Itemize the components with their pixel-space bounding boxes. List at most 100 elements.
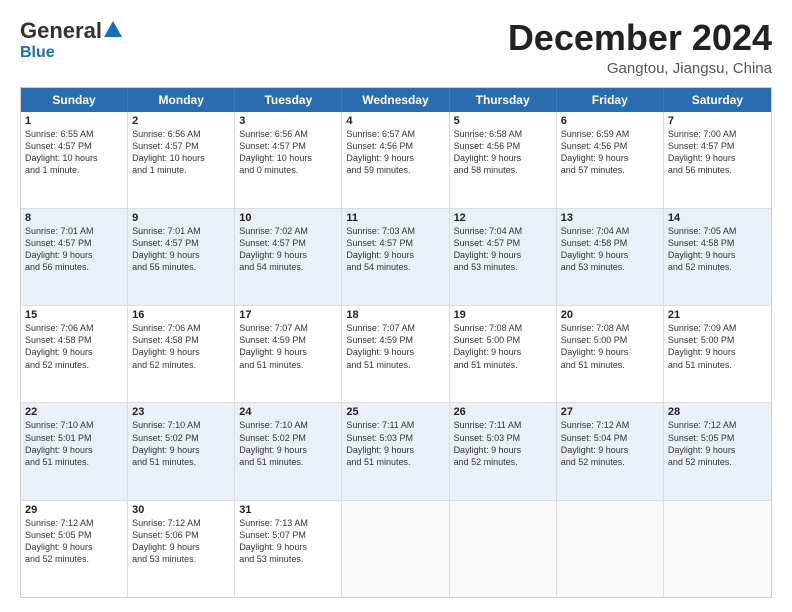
cell-info: Sunrise: 7:07 AMSunset: 4:59 PMDaylight:… xyxy=(239,322,337,371)
calendar-row-3: 15Sunrise: 7:06 AMSunset: 4:58 PMDayligh… xyxy=(21,306,771,403)
cell-info: Sunrise: 7:08 AMSunset: 5:00 PMDaylight:… xyxy=(561,322,659,371)
day-number: 6 xyxy=(561,115,659,127)
day-number: 30 xyxy=(132,504,230,516)
header-cell-wednesday: Wednesday xyxy=(342,88,449,112)
day-cell-8: 8Sunrise: 7:01 AMSunset: 4:57 PMDaylight… xyxy=(21,209,128,305)
calendar-header: SundayMondayTuesdayWednesdayThursdayFrid… xyxy=(21,88,771,112)
day-cell-29: 29Sunrise: 7:12 AMSunset: 5:05 PMDayligh… xyxy=(21,501,128,597)
day-number: 23 xyxy=(132,406,230,418)
day-cell-3: 3Sunrise: 6:56 AMSunset: 4:57 PMDaylight… xyxy=(235,112,342,208)
day-number: 1 xyxy=(25,115,123,127)
cell-info: Sunrise: 7:04 AMSunset: 4:58 PMDaylight:… xyxy=(561,225,659,274)
cell-info: Sunrise: 7:04 AMSunset: 4:57 PMDaylight:… xyxy=(454,225,552,274)
cell-info: Sunrise: 7:13 AMSunset: 5:07 PMDaylight:… xyxy=(239,517,337,566)
calendar-row-2: 8Sunrise: 7:01 AMSunset: 4:57 PMDaylight… xyxy=(21,209,771,306)
day-cell-1: 1Sunrise: 6:55 AMSunset: 4:57 PMDaylight… xyxy=(21,112,128,208)
location: Gangtou, Jiangsu, China xyxy=(508,60,772,77)
day-number: 17 xyxy=(239,309,337,321)
cell-info: Sunrise: 7:12 AMSunset: 5:05 PMDaylight:… xyxy=(668,419,767,468)
cell-info: Sunrise: 6:56 AMSunset: 4:57 PMDaylight:… xyxy=(239,128,337,177)
day-number: 15 xyxy=(25,309,123,321)
day-cell-26: 26Sunrise: 7:11 AMSunset: 5:03 PMDayligh… xyxy=(450,403,557,499)
day-cell-27: 27Sunrise: 7:12 AMSunset: 5:04 PMDayligh… xyxy=(557,403,664,499)
cell-info: Sunrise: 7:10 AMSunset: 5:01 PMDaylight:… xyxy=(25,419,123,468)
cell-info: Sunrise: 7:11 AMSunset: 5:03 PMDaylight:… xyxy=(346,419,444,468)
day-number: 2 xyxy=(132,115,230,127)
empty-cell xyxy=(557,501,664,597)
header-cell-thursday: Thursday xyxy=(450,88,557,112)
day-cell-2: 2Sunrise: 6:56 AMSunset: 4:57 PMDaylight… xyxy=(128,112,235,208)
calendar-row-1: 1Sunrise: 6:55 AMSunset: 4:57 PMDaylight… xyxy=(21,112,771,209)
calendar-row-5: 29Sunrise: 7:12 AMSunset: 5:05 PMDayligh… xyxy=(21,501,771,597)
cell-info: Sunrise: 7:02 AMSunset: 4:57 PMDaylight:… xyxy=(239,225,337,274)
day-cell-19: 19Sunrise: 7:08 AMSunset: 5:00 PMDayligh… xyxy=(450,306,557,402)
cell-info: Sunrise: 7:11 AMSunset: 5:03 PMDaylight:… xyxy=(454,419,552,468)
header-cell-monday: Monday xyxy=(128,88,235,112)
calendar-row-4: 22Sunrise: 7:10 AMSunset: 5:01 PMDayligh… xyxy=(21,403,771,500)
logo-triangle-icon xyxy=(104,21,122,37)
header-cell-sunday: Sunday xyxy=(21,88,128,112)
cell-info: Sunrise: 7:06 AMSunset: 4:58 PMDaylight:… xyxy=(25,322,123,371)
cell-info: Sunrise: 7:05 AMSunset: 4:58 PMDaylight:… xyxy=(668,225,767,274)
cell-info: Sunrise: 7:01 AMSunset: 4:57 PMDaylight:… xyxy=(25,225,123,274)
day-number: 25 xyxy=(346,406,444,418)
day-number: 10 xyxy=(239,212,337,224)
cell-info: Sunrise: 6:59 AMSunset: 4:56 PMDaylight:… xyxy=(561,128,659,177)
cell-info: Sunrise: 7:12 AMSunset: 5:05 PMDaylight:… xyxy=(25,517,123,566)
day-cell-22: 22Sunrise: 7:10 AMSunset: 5:01 PMDayligh… xyxy=(21,403,128,499)
logo-blue: Blue xyxy=(20,44,55,62)
cell-info: Sunrise: 6:57 AMSunset: 4:56 PMDaylight:… xyxy=(346,128,444,177)
day-cell-20: 20Sunrise: 7:08 AMSunset: 5:00 PMDayligh… xyxy=(557,306,664,402)
day-cell-31: 31Sunrise: 7:13 AMSunset: 5:07 PMDayligh… xyxy=(235,501,342,597)
day-cell-21: 21Sunrise: 7:09 AMSunset: 5:00 PMDayligh… xyxy=(664,306,771,402)
cell-info: Sunrise: 7:10 AMSunset: 5:02 PMDaylight:… xyxy=(239,419,337,468)
day-number: 29 xyxy=(25,504,123,516)
cell-info: Sunrise: 6:56 AMSunset: 4:57 PMDaylight:… xyxy=(132,128,230,177)
day-cell-15: 15Sunrise: 7:06 AMSunset: 4:58 PMDayligh… xyxy=(21,306,128,402)
day-cell-17: 17Sunrise: 7:07 AMSunset: 4:59 PMDayligh… xyxy=(235,306,342,402)
cell-info: Sunrise: 7:09 AMSunset: 5:00 PMDaylight:… xyxy=(668,322,767,371)
day-cell-25: 25Sunrise: 7:11 AMSunset: 5:03 PMDayligh… xyxy=(342,403,449,499)
cell-info: Sunrise: 7:07 AMSunset: 4:59 PMDaylight:… xyxy=(346,322,444,371)
day-number: 12 xyxy=(454,212,552,224)
day-number: 28 xyxy=(668,406,767,418)
logo: General Blue xyxy=(20,18,122,62)
day-number: 5 xyxy=(454,115,552,127)
empty-cell xyxy=(450,501,557,597)
calendar: SundayMondayTuesdayWednesdayThursdayFrid… xyxy=(20,87,772,598)
day-number: 3 xyxy=(239,115,337,127)
day-cell-4: 4Sunrise: 6:57 AMSunset: 4:56 PMDaylight… xyxy=(342,112,449,208)
day-number: 27 xyxy=(561,406,659,418)
cell-info: Sunrise: 6:58 AMSunset: 4:56 PMDaylight:… xyxy=(454,128,552,177)
logo-text: General xyxy=(20,18,122,44)
day-number: 11 xyxy=(346,212,444,224)
day-number: 31 xyxy=(239,504,337,516)
day-cell-9: 9Sunrise: 7:01 AMSunset: 4:57 PMDaylight… xyxy=(128,209,235,305)
day-number: 13 xyxy=(561,212,659,224)
day-cell-12: 12Sunrise: 7:04 AMSunset: 4:57 PMDayligh… xyxy=(450,209,557,305)
empty-cell xyxy=(664,501,771,597)
day-cell-18: 18Sunrise: 7:07 AMSunset: 4:59 PMDayligh… xyxy=(342,306,449,402)
day-cell-5: 5Sunrise: 6:58 AMSunset: 4:56 PMDaylight… xyxy=(450,112,557,208)
page: General Blue December 2024 Gangtou, Jian… xyxy=(0,0,792,612)
day-number: 16 xyxy=(132,309,230,321)
cell-info: Sunrise: 7:08 AMSunset: 5:00 PMDaylight:… xyxy=(454,322,552,371)
logo-general: General xyxy=(20,18,102,44)
day-number: 19 xyxy=(454,309,552,321)
day-cell-11: 11Sunrise: 7:03 AMSunset: 4:57 PMDayligh… xyxy=(342,209,449,305)
day-number: 18 xyxy=(346,309,444,321)
day-cell-6: 6Sunrise: 6:59 AMSunset: 4:56 PMDaylight… xyxy=(557,112,664,208)
day-cell-23: 23Sunrise: 7:10 AMSunset: 5:02 PMDayligh… xyxy=(128,403,235,499)
day-number: 7 xyxy=(668,115,767,127)
day-cell-24: 24Sunrise: 7:10 AMSunset: 5:02 PMDayligh… xyxy=(235,403,342,499)
calendar-body: 1Sunrise: 6:55 AMSunset: 4:57 PMDaylight… xyxy=(21,112,771,597)
day-number: 14 xyxy=(668,212,767,224)
cell-info: Sunrise: 7:00 AMSunset: 4:57 PMDaylight:… xyxy=(668,128,767,177)
cell-info: Sunrise: 6:55 AMSunset: 4:57 PMDaylight:… xyxy=(25,128,123,177)
cell-info: Sunrise: 7:06 AMSunset: 4:58 PMDaylight:… xyxy=(132,322,230,371)
day-cell-14: 14Sunrise: 7:05 AMSunset: 4:58 PMDayligh… xyxy=(664,209,771,305)
cell-info: Sunrise: 7:12 AMSunset: 5:04 PMDaylight:… xyxy=(561,419,659,468)
header-cell-friday: Friday xyxy=(557,88,664,112)
cell-info: Sunrise: 7:01 AMSunset: 4:57 PMDaylight:… xyxy=(132,225,230,274)
day-number: 26 xyxy=(454,406,552,418)
